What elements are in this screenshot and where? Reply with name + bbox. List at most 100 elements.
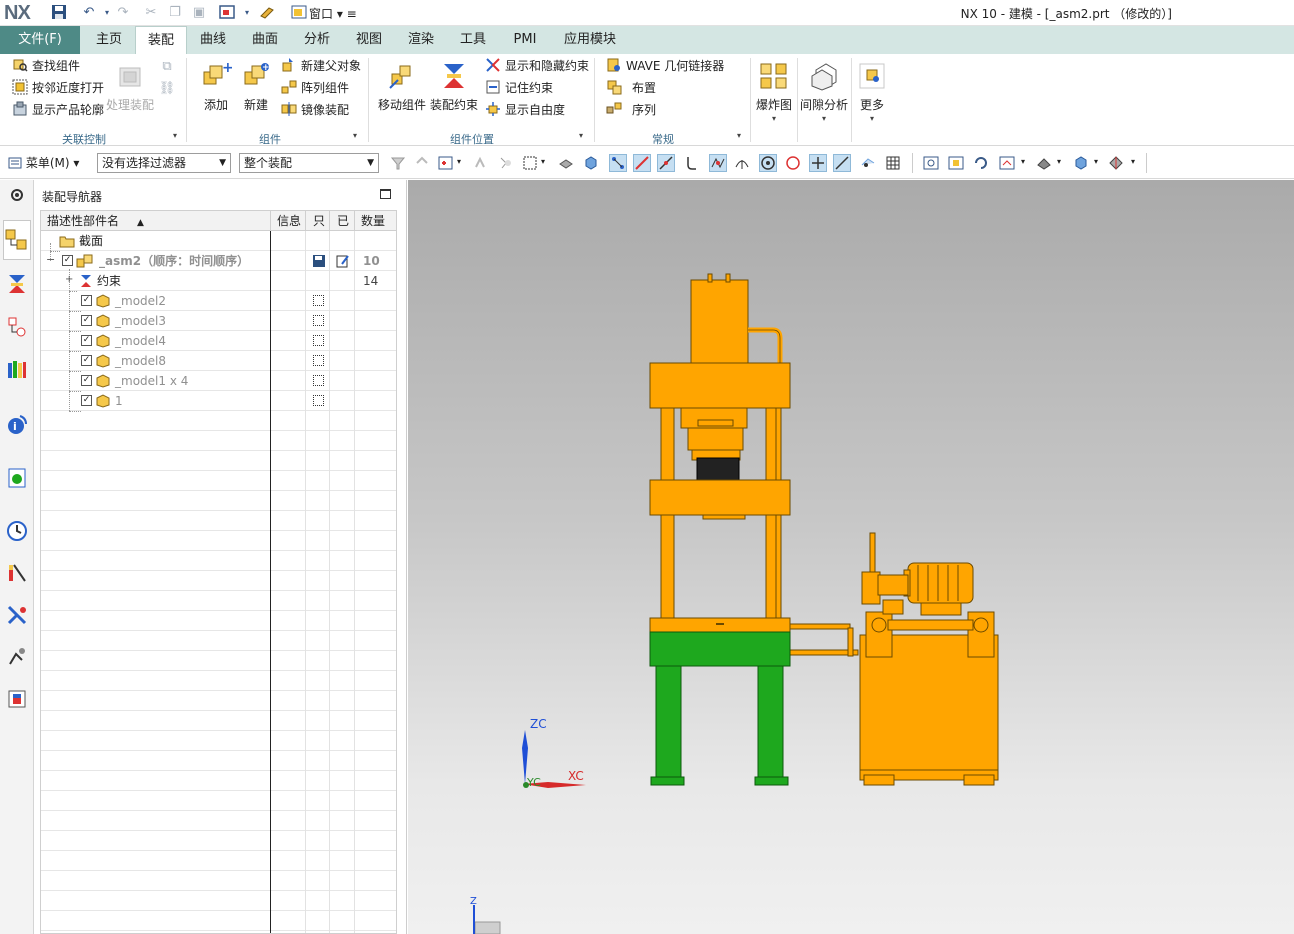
edit-section-icon[interactable] [1108, 155, 1124, 171]
tab-surface[interactable]: 曲面 [241, 26, 289, 54]
touch-mode-icon[interactable] [218, 4, 236, 22]
select-in-face-icon[interactable] [498, 155, 514, 171]
history-icon[interactable] [6, 520, 28, 542]
tab-home[interactable]: 主页 [84, 26, 134, 54]
snap-bounded-grid-icon[interactable] [885, 155, 901, 171]
view-triad[interactable] [473, 905, 501, 934]
file-menu-tab[interactable]: 文件(F) [0, 26, 80, 54]
show-hide-constraints-button[interactable]: 显示和隐藏约束 [485, 56, 589, 76]
select-body-icon[interactable] [558, 155, 574, 171]
visibility-checkbox[interactable]: ✓ [81, 395, 92, 406]
open-by-proximity-button[interactable]: 按邻近度打开 [12, 78, 104, 98]
collapse-icon[interactable]: − [46, 250, 55, 270]
hydraulic-press-model[interactable]: ZC YC XC Z [408, 180, 1294, 934]
wave-geometry-linker-button[interactable]: WAVE 几何链接器 [606, 56, 724, 76]
group-dropdown-icon[interactable]: ▾ [353, 131, 357, 140]
touch-dropdown-icon[interactable]: ▾ [238, 4, 256, 22]
window-icon[interactable] [290, 4, 308, 22]
tree-row-component[interactable]: ✓ _model1 x 4 [41, 371, 396, 391]
undo-icon[interactable]: ↶ [80, 4, 98, 22]
tab-assembly[interactable]: 装配 [135, 26, 187, 54]
snap-control-point-icon[interactable] [684, 155, 700, 171]
graphics-window[interactable]: ZC YC XC Z [408, 180, 1294, 934]
column-header-modified[interactable]: 已 [337, 211, 349, 231]
column-header-readonly[interactable]: 只 [313, 211, 325, 231]
find-component-button[interactable]: 查找组件 [12, 56, 80, 76]
save-icon[interactable] [50, 4, 68, 22]
rotate-icon[interactable] [973, 155, 989, 171]
zoom-window-icon[interactable] [948, 155, 964, 171]
tree-row-component[interactable]: ✓ _model4 [41, 331, 396, 351]
group-dropdown-icon[interactable]: ▾ [737, 131, 741, 140]
snap-quadrant-icon[interactable] [785, 155, 801, 171]
arrangement-button[interactable]: 布置 [606, 78, 656, 98]
rectangle-select-icon[interactable] [522, 155, 538, 171]
redo-icon[interactable]: ↷ [114, 4, 132, 22]
mirror-assembly-button[interactable]: 镜像装配 [281, 100, 349, 120]
paste-icon[interactable]: ▣ [190, 4, 208, 22]
tab-render[interactable]: 渲染 [397, 26, 445, 54]
new-component-button[interactable]: + 新建 [238, 60, 274, 113]
column-header-name[interactable]: 描述性部件名 ▲ [47, 211, 144, 231]
tab-view[interactable]: 视图 [345, 26, 393, 54]
group-dropdown-icon[interactable]: ▾ [579, 131, 583, 140]
group-dropdown-icon[interactable]: ▾ [173, 131, 177, 140]
filter-icon[interactable] [390, 155, 406, 171]
orient-view-icon[interactable] [999, 155, 1015, 171]
window-menu[interactable]: 窗口 ▾ ≡ [309, 5, 357, 22]
assembly-constraint-button[interactable]: 装配约束 [430, 60, 478, 113]
maximize-icon[interactable] [380, 189, 391, 199]
snap-on-surface-icon[interactable] [860, 155, 876, 171]
tree-row-component[interactable]: ✓ _model2 [41, 291, 396, 311]
visibility-checkbox[interactable]: ✓ [81, 315, 92, 326]
snap-point-icon[interactable] [472, 155, 488, 171]
snap-endpoint-icon[interactable] [609, 154, 627, 172]
add-component-button[interactable]: + 添加 [196, 60, 236, 113]
column-header-quantity[interactable]: 数量 [361, 211, 385, 231]
more-button[interactable]: 更多 ▾ [854, 60, 890, 123]
show-dof-button[interactable]: 显示自由度 [485, 100, 565, 120]
assembly-navigator-tab[interactable] [3, 220, 31, 260]
link-icon[interactable]: ⛓ [158, 80, 176, 98]
wave-mode-icon[interactable]: ⧉ [158, 58, 176, 76]
remember-constraints-button[interactable]: 记住约束 [485, 78, 553, 98]
pattern-component-button[interactable]: 阵列组件 [281, 78, 349, 98]
reuse-library-icon[interactable] [6, 358, 28, 380]
tree-row-component[interactable]: ✓ 1 [41, 391, 396, 411]
select-feature-icon[interactable] [438, 155, 454, 171]
tree-row-component[interactable]: ✓ _model8 [41, 351, 396, 371]
column-header-info[interactable]: 信息 [277, 211, 301, 231]
visibility-checkbox[interactable]: ✓ [81, 375, 92, 386]
visibility-checkbox[interactable]: ✓ [62, 255, 73, 266]
zoom-fit-icon[interactable] [923, 155, 939, 171]
cut-icon[interactable]: ✂ [142, 4, 160, 22]
snap-intersection-icon[interactable] [709, 154, 727, 172]
tree-row-component[interactable]: ✓ _model3 [41, 311, 396, 331]
snap-arc-center-icon[interactable] [734, 155, 750, 171]
move-component-button[interactable]: 移动组件 [378, 60, 426, 113]
process-assembly-button[interactable]: 处理装配 [106, 60, 154, 113]
tab-analysis[interactable]: 分析 [293, 26, 341, 54]
tab-pmi[interactable]: PMI [501, 26, 549, 54]
tree-row-constraints[interactable]: + 约束 14 [41, 271, 396, 291]
tab-tools[interactable]: 工具 [449, 26, 497, 54]
selection-scope-select[interactable]: 整个装配 ▼ [239, 153, 379, 173]
visibility-checkbox[interactable]: ✓ [81, 295, 92, 306]
tab-curve[interactable]: 曲线 [189, 26, 237, 54]
exploded-view-button[interactable]: 爆炸图 ▾ [754, 60, 794, 123]
snap-on-curve-icon[interactable] [833, 154, 851, 172]
sequence-button[interactable]: 序列 [606, 100, 656, 120]
visibility-checkbox[interactable]: ✓ [81, 335, 92, 346]
system-scene-icon[interactable] [6, 562, 28, 584]
reset-filter-icon[interactable] [414, 155, 430, 171]
palette-icon[interactable] [6, 688, 28, 710]
tree-row-sections[interactable]: 截面 [41, 231, 396, 251]
select-component-icon[interactable] [583, 155, 599, 171]
role-icon[interactable] [6, 604, 28, 626]
constraint-navigator-icon[interactable] [6, 273, 28, 295]
tree-row-root-assembly[interactable]: − ✓ _asm2（顺序：时间顺序） 10 [41, 251, 396, 271]
type-filter-select[interactable]: 没有选择过滤器 ▼ [97, 153, 231, 173]
snap-line-icon[interactable] [633, 154, 651, 172]
expand-icon[interactable]: + [65, 270, 73, 290]
repeat-command-icon[interactable] [258, 4, 276, 22]
